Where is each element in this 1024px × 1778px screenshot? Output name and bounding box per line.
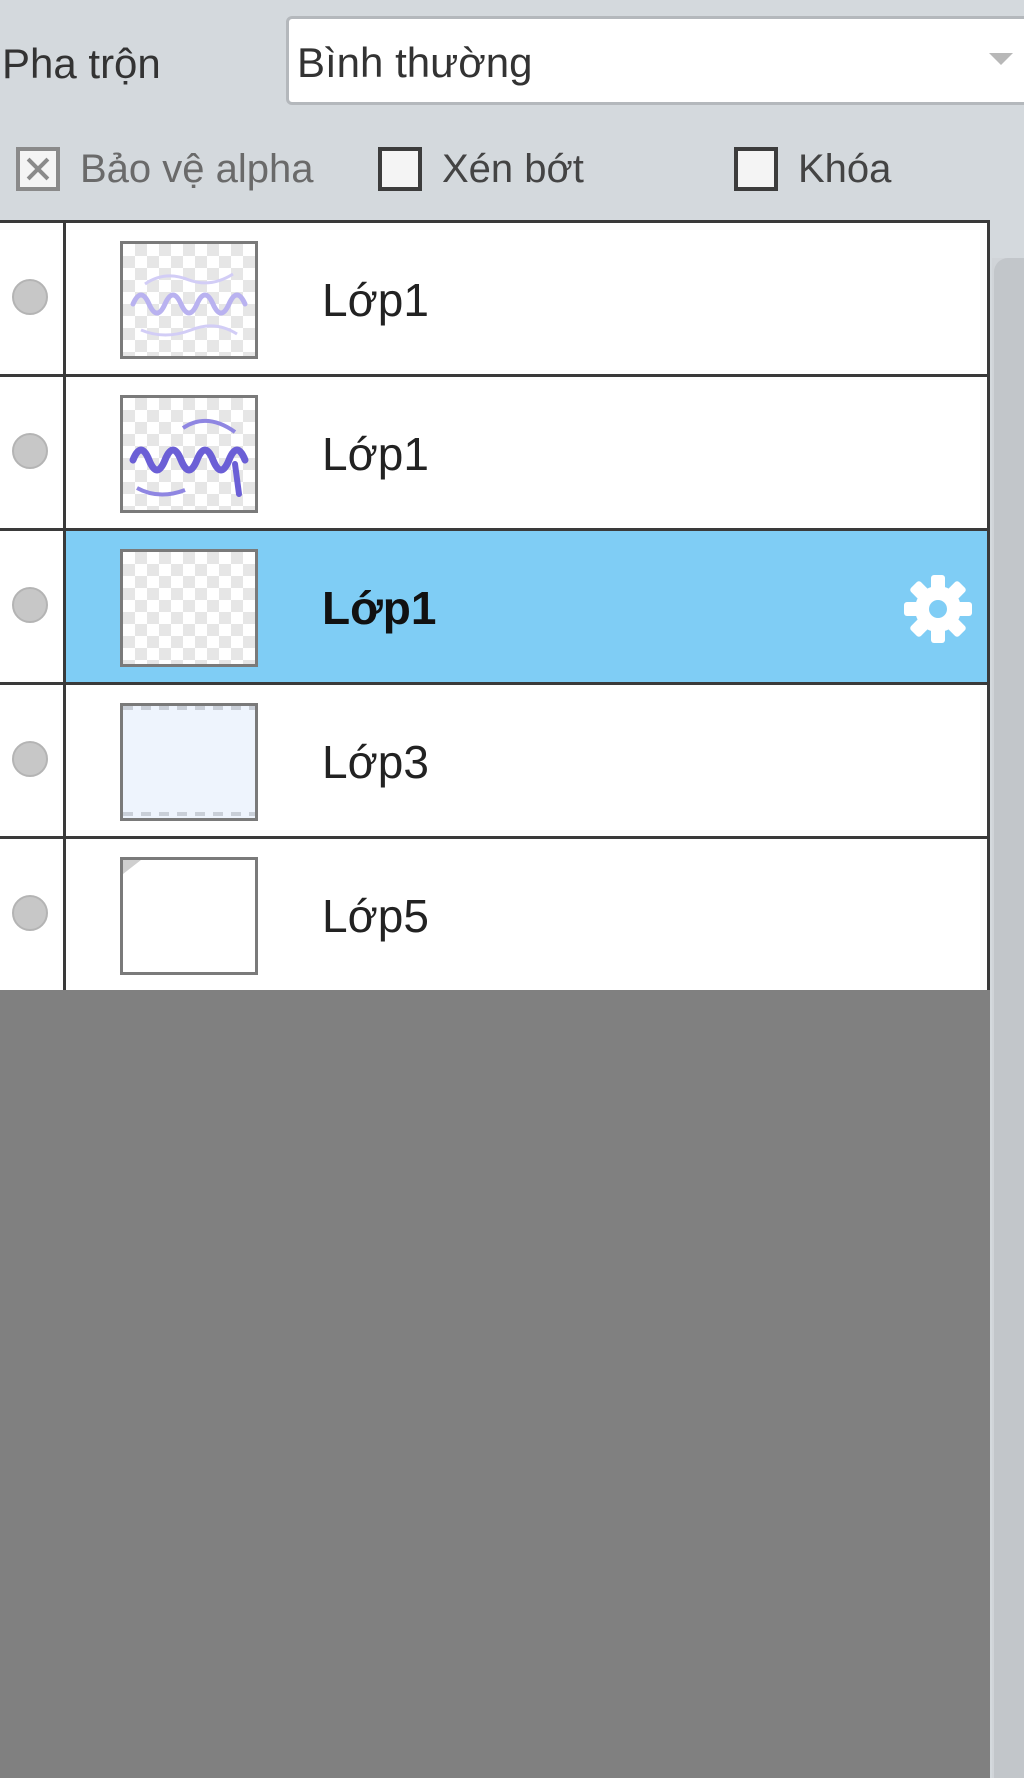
- lock-checkbox[interactable]: [734, 147, 778, 191]
- layer-row[interactable]: Lớp1: [0, 377, 987, 531]
- layer-name: Lớp5: [322, 890, 429, 942]
- empty-layer-area: [0, 990, 990, 1778]
- visibility-toggle-icon[interactable]: [12, 895, 48, 931]
- protect-alpha-option[interactable]: Bảo vệ alpha: [16, 144, 314, 194]
- lock-label: Khóa: [798, 147, 892, 191]
- layer-row[interactable]: Lớp1: [0, 223, 987, 377]
- protect-alpha-label: Bảo vệ alpha: [80, 147, 314, 191]
- layer-thumbnail: [120, 549, 258, 667]
- lock-option[interactable]: Khóa: [734, 144, 891, 194]
- layer-name: Lớp3: [322, 736, 429, 788]
- blend-mode-value: Bình thường: [297, 39, 533, 86]
- layer-list: Lớp1 Lớp1 Lớp1 Lớp3 Lớp5: [0, 220, 990, 993]
- visibility-column: [0, 839, 66, 990]
- visibility-column: [0, 531, 66, 682]
- clipping-label: Xén bớt: [442, 147, 584, 191]
- layer-row[interactable]: Lớp3: [0, 685, 987, 839]
- layer-row-selected[interactable]: Lớp1: [0, 531, 987, 685]
- blend-mode-label: Pha trộn: [2, 40, 161, 87]
- clipping-option[interactable]: Xén bớt: [378, 144, 584, 194]
- protect-alpha-checkbox[interactable]: [16, 147, 60, 191]
- visibility-column: [0, 377, 66, 528]
- visibility-toggle-icon[interactable]: [12, 587, 48, 623]
- visibility-toggle-icon[interactable]: [12, 741, 48, 777]
- visibility-toggle-icon[interactable]: [12, 279, 48, 315]
- gear-icon[interactable]: [900, 571, 976, 647]
- visibility-column: [0, 685, 66, 836]
- layer-thumbnail: [120, 857, 258, 975]
- blend-mode-row: Pha trộn Bình thường: [0, 0, 1024, 120]
- layer-name: Lớp1: [322, 582, 437, 634]
- visibility-column: [0, 223, 66, 374]
- layer-thumbnail: [120, 241, 258, 359]
- layer-name: Lớp1: [322, 428, 429, 480]
- visibility-toggle-icon[interactable]: [12, 433, 48, 469]
- scrollbar[interactable]: [992, 258, 1024, 1778]
- layer-name: Lớp1: [322, 274, 429, 326]
- scrollbar-track[interactable]: [994, 258, 1024, 1778]
- chevron-down-icon: [989, 53, 1013, 65]
- layer-options-row: Bảo vệ alpha Xén bớt Khóa: [0, 130, 1024, 210]
- layer-thumbnail: [120, 703, 258, 821]
- clipping-checkbox[interactable]: [378, 147, 422, 191]
- blend-mode-select[interactable]: Bình thường: [286, 16, 1024, 105]
- layer-row[interactable]: Lớp5: [0, 839, 987, 993]
- layer-thumbnail: [120, 395, 258, 513]
